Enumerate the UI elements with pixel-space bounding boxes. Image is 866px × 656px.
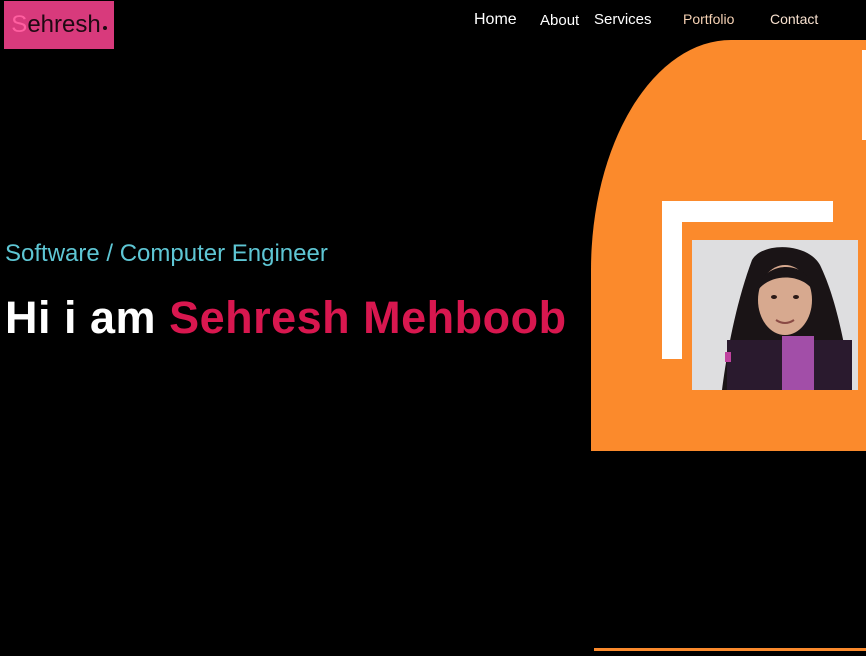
nav-portfolio-link[interactable]: Portfolio bbox=[683, 11, 734, 27]
profile-photo-illustration bbox=[692, 240, 858, 390]
nav-services-link[interactable]: Services bbox=[594, 11, 652, 28]
nav-contact-link[interactable]: Contact bbox=[770, 11, 818, 27]
profile-photo bbox=[692, 240, 858, 390]
hero-greeting: Hi i am bbox=[5, 292, 170, 343]
blob-edge-highlight bbox=[862, 50, 866, 140]
hero-name: Sehresh Mehboob bbox=[169, 292, 567, 343]
nav-about-link[interactable]: About bbox=[540, 12, 579, 29]
hero-headline: Hi i am Sehresh Mehboob bbox=[5, 292, 567, 344]
hero-subtitle: Software / Computer Engineer bbox=[5, 240, 328, 267]
main-nav: Home About Services Portfolio Contact bbox=[0, 0, 866, 40]
nav-home-link[interactable]: Home bbox=[474, 11, 517, 29]
decorative-bottom-strip bbox=[594, 648, 866, 651]
